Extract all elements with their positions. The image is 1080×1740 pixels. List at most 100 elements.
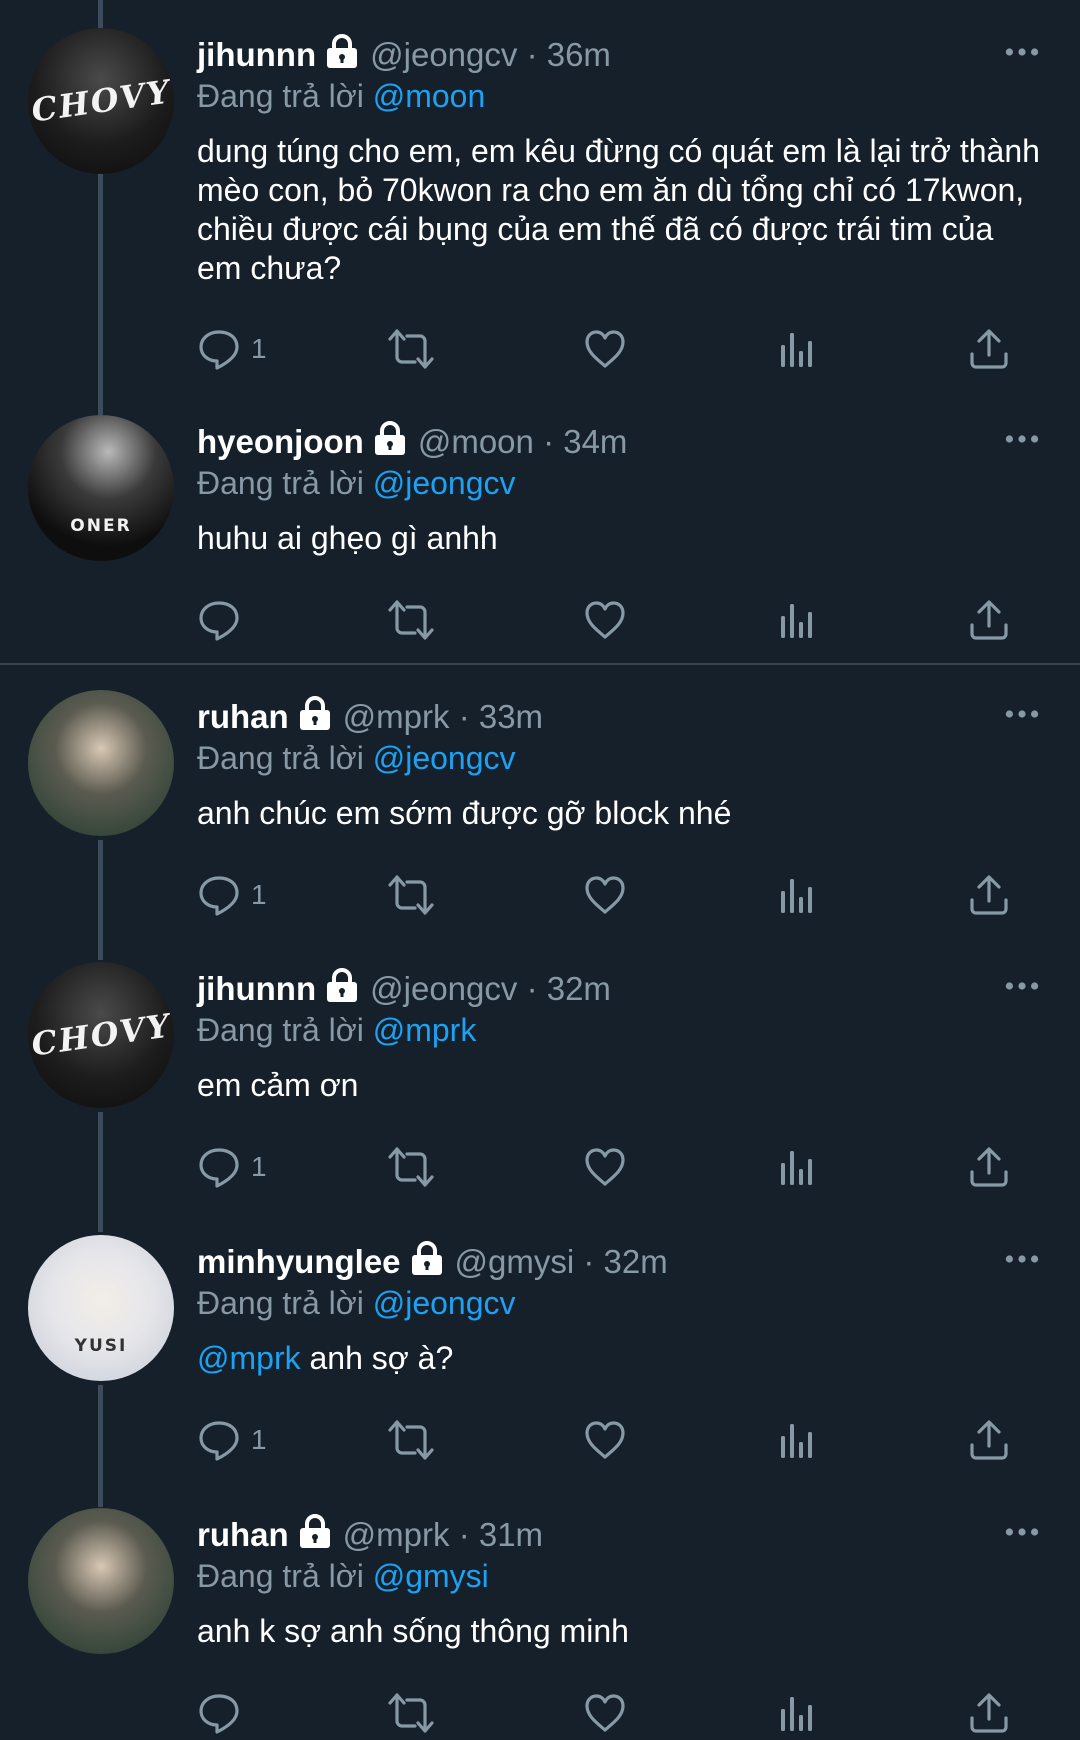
replying-to-label: Đang trả lời — [197, 740, 364, 776]
replying-to: Đang trả lời @jeongcv — [197, 460, 516, 506]
tweet-time[interactable]: · 32m — [583, 1243, 667, 1280]
avatar[interactable]: YUSI — [28, 1235, 174, 1381]
share-button[interactable] — [967, 324, 1011, 374]
lock-icon — [324, 34, 360, 70]
more-icon[interactable] — [1004, 433, 1040, 445]
reply-button[interactable]: 1 — [197, 1415, 267, 1465]
avatar[interactable]: CHOVY — [28, 28, 174, 174]
reply-button[interactable]: 1 — [197, 870, 267, 920]
display-name[interactable]: jihunnn — [197, 970, 316, 1007]
text-mention[interactable]: @mprk — [197, 1340, 301, 1376]
reply-mention[interactable]: @jeongcv — [373, 1285, 516, 1321]
reply-icon — [197, 598, 241, 642]
display-name[interactable]: minhyunglee — [197, 1243, 401, 1280]
tweet[interactable]: ONER hyeonjoon @moon · 34m Đang trả lời @… — [0, 415, 1080, 655]
username-handle[interactable]: @mprk — [343, 698, 450, 735]
avatar[interactable]: CHOVY — [28, 962, 174, 1108]
share-button[interactable] — [967, 1142, 1011, 1192]
reply-icon — [197, 1691, 241, 1735]
tweet[interactable]: ruhan @mprk · 31m Đang trả lời @gmysi anh… — [0, 1508, 1080, 1740]
reply-mention[interactable]: @moon — [373, 78, 486, 114]
tweet[interactable]: YUSI minhyunglee @gmysi · 32m Đang trả lờ… — [0, 1235, 1080, 1475]
retweet-button[interactable] — [387, 1142, 435, 1192]
username-handle[interactable]: @mprk — [343, 1516, 450, 1553]
username-handle[interactable]: @moon — [418, 423, 534, 460]
tweet-header: hyeonjoon @moon · 34m — [197, 419, 627, 465]
analytics-icon — [775, 598, 819, 642]
reply-mention[interactable]: @jeongcv — [373, 465, 516, 501]
like-button[interactable] — [583, 595, 627, 645]
tweet-actions: 1 — [197, 870, 1027, 920]
username-handle[interactable]: @gmysi — [455, 1243, 575, 1280]
username-handle[interactable]: @jeongcv — [370, 36, 517, 73]
reply-mention[interactable]: @mprk — [373, 1012, 477, 1048]
reply-mention[interactable]: @jeongcv — [373, 740, 516, 776]
avatar[interactable] — [28, 690, 174, 836]
analytics-button[interactable] — [775, 1142, 819, 1192]
like-button[interactable] — [583, 1142, 627, 1192]
retweet-button[interactable] — [387, 595, 435, 645]
retweet-icon — [387, 327, 435, 371]
replying-to: Đang trả lời @jeongcv — [197, 735, 516, 781]
lock-icon — [324, 968, 360, 1004]
tweet-time[interactable]: · 32m — [527, 970, 611, 1007]
display-name[interactable]: ruhan — [197, 1516, 289, 1553]
display-name[interactable]: jihunnn — [197, 36, 316, 73]
reply-icon — [197, 327, 241, 371]
analytics-icon — [775, 1145, 819, 1189]
tweet-time[interactable]: · 33m — [459, 698, 543, 735]
conversation-separator — [0, 663, 1080, 665]
reply-button[interactable] — [197, 1688, 251, 1738]
tweet[interactable]: CHOVY jihunnn @jeongcv · 32m Đang trả lời… — [0, 962, 1080, 1202]
tweet-time[interactable]: · 36m — [527, 36, 611, 73]
tweet-actions: 1 — [197, 1415, 1027, 1465]
reply-mention[interactable]: @gmysi — [373, 1558, 489, 1594]
avatar[interactable] — [28, 1508, 174, 1654]
tweet-text: anh k sợ anh sống thông minh — [197, 1613, 629, 1649]
reply-icon — [197, 1145, 241, 1189]
more-icon[interactable] — [1004, 1253, 1040, 1265]
analytics-button[interactable] — [775, 870, 819, 920]
replying-to-label: Đang trả lời — [197, 1558, 364, 1594]
retweet-button[interactable] — [387, 1688, 435, 1738]
like-button[interactable] — [583, 870, 627, 920]
like-button[interactable] — [583, 1688, 627, 1738]
more-icon[interactable] — [1004, 1526, 1040, 1538]
analytics-button[interactable] — [775, 1688, 819, 1738]
reply-button[interactable] — [197, 595, 251, 645]
tweet-time[interactable]: · 31m — [459, 1516, 543, 1553]
share-button[interactable] — [967, 1688, 1011, 1738]
analytics-button[interactable] — [775, 1415, 819, 1465]
share-button[interactable] — [967, 870, 1011, 920]
tweet-actions — [197, 1688, 1027, 1738]
retweet-button[interactable] — [387, 870, 435, 920]
analytics-button[interactable] — [775, 595, 819, 645]
replying-to: Đang trả lời @moon — [197, 73, 485, 119]
username-handle[interactable]: @jeongcv — [370, 970, 517, 1007]
display-name[interactable]: hyeonjoon — [197, 423, 364, 460]
share-button[interactable] — [967, 595, 1011, 645]
more-icon[interactable] — [1004, 46, 1040, 58]
retweet-icon — [387, 1418, 435, 1462]
reply-count: 1 — [251, 1151, 267, 1182]
reply-button[interactable]: 1 — [197, 1142, 267, 1192]
tweet-text: dung túng cho em, em kêu đừng có quát em… — [197, 133, 1040, 286]
retweet-button[interactable] — [387, 1415, 435, 1465]
lock-icon — [372, 421, 408, 457]
share-button[interactable] — [967, 1415, 1011, 1465]
tweet-time[interactable]: · 34m — [543, 423, 627, 460]
analytics-icon — [775, 1418, 819, 1462]
like-icon — [583, 327, 627, 371]
more-icon[interactable] — [1004, 708, 1040, 720]
reply-button[interactable]: 1 — [197, 324, 267, 374]
more-icon[interactable] — [1004, 980, 1040, 992]
avatar[interactable]: ONER — [28, 415, 174, 561]
retweet-button[interactable] — [387, 324, 435, 374]
tweet[interactable]: ruhan @mprk · 33m Đang trả lời @jeongcv a… — [0, 690, 1080, 930]
tweet[interactable]: CHOVY jihunnn @jeongcv · 36m Đang trả lời… — [0, 28, 1080, 388]
like-button[interactable] — [583, 1415, 627, 1465]
analytics-button[interactable] — [775, 324, 819, 374]
display-name[interactable]: ruhan — [197, 698, 289, 735]
like-button[interactable] — [583, 324, 627, 374]
replying-to: Đang trả lời @mprk — [197, 1007, 476, 1053]
